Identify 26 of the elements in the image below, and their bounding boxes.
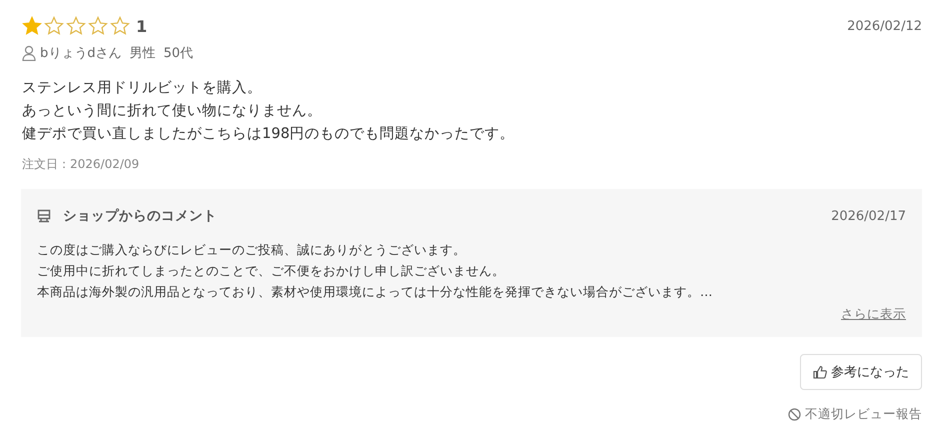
order-date: 注文日：2026/02/09 (22, 156, 140, 173)
comment-text-line: この度はご購入ならびにレビューのご投稿、誠にありがとうございます。 (37, 241, 467, 259)
comment-title: ショップからのコメント (63, 207, 217, 225)
comment-text-line: ご使用中に折れてしまったとのことで、ご不便をおかけし申し訳ございません。 (37, 262, 506, 280)
helpful-button[interactable]: 参考になった (800, 354, 922, 390)
rating-value: 1 (136, 16, 148, 36)
star-icon (22, 16, 42, 36)
review-text-line: ステンレス用ドリルビットを購入。 (22, 79, 263, 98)
prohibited-icon (788, 408, 801, 421)
report-link[interactable]: 不適切レビュー報告 (788, 406, 922, 423)
reviewer-age: 50代 (164, 45, 194, 62)
comment-date: 2026/02/17 (831, 208, 906, 224)
star-icon (66, 16, 86, 36)
review-date: 2026/02/12 (847, 18, 922, 34)
review-text-line: あっという間に折れて使い物になりません。 (22, 102, 323, 121)
reviewer-name: bりょうdさん (40, 45, 122, 62)
review-text-line: 健デポで買い直しましたがこちらは198円のものでも問題なかったです。 (22, 125, 516, 144)
reviewer-gender: 男性 (130, 45, 156, 62)
shop-icon (37, 209, 51, 223)
star-icon (44, 16, 64, 36)
thumbs-up-icon (813, 365, 827, 379)
star-icon (110, 16, 130, 36)
user-icon (22, 45, 36, 61)
show-more-link[interactable]: さらに表示 (841, 306, 906, 323)
comment-text-line: 本商品は海外製の汎用品となっており、素材や使用環境によっては十分な性能を発揮できない場合がございます。… (37, 283, 714, 301)
star-icon (88, 16, 108, 36)
